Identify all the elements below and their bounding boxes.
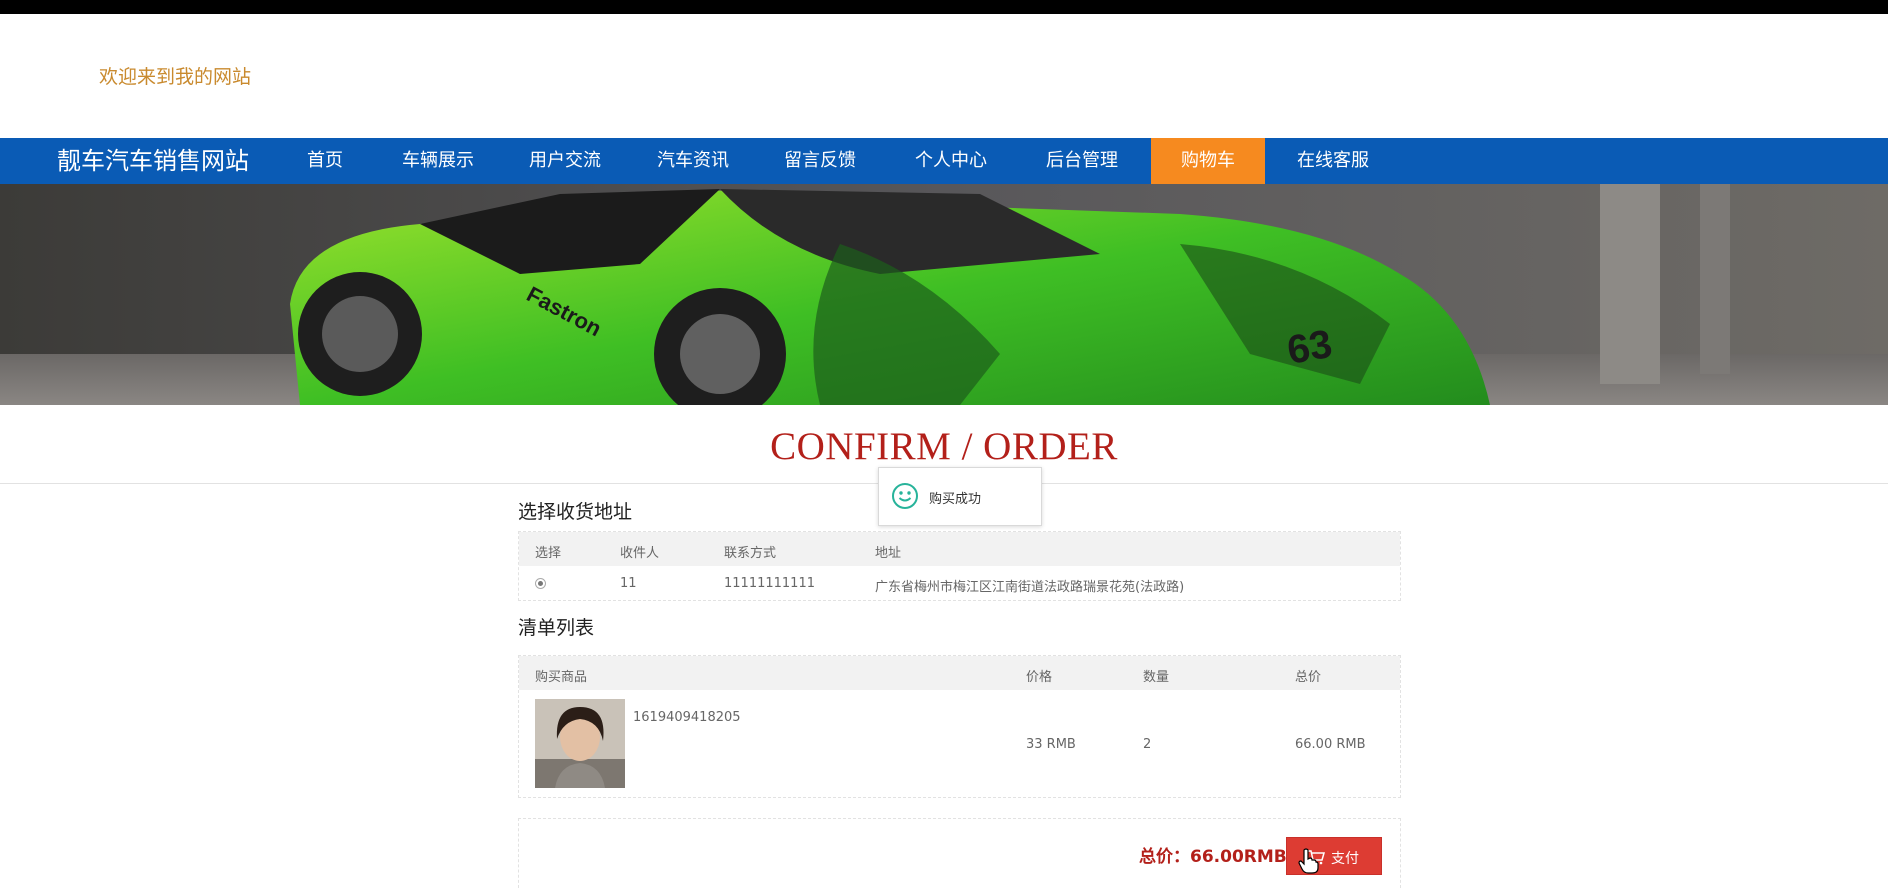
address-table: 选择 收件人 联系方式 地址 11 11111111111 广东省梅州市梅江区江… [518,531,1401,601]
product-photo [535,699,625,788]
address-value: 广东省梅州市梅江区江南街道法政路瑞景花苑(法政路) [875,580,1185,595]
order-total: 总价：66.00RMB [1139,847,1287,867]
order-table-header: 购买商品 价格 数量 总价 [519,656,1400,690]
nav-item-feedback[interactable]: 留言反馈 [774,138,866,184]
sports-car-illustration: Fastron 63 [0,184,1888,405]
smiley-icon [892,483,918,509]
toast-message: 购买成功 [929,492,982,507]
product-quantity: 2 [1143,737,1152,752]
site-brand[interactable]: 靓车汽车销售网站 [57,138,249,184]
column-header-address: 地址 [875,546,902,561]
nav-item-profile[interactable]: 个人中心 [905,138,997,184]
pay-button-label: 支付 [1331,851,1359,867]
product-name: 1619409418205 [633,710,741,725]
nav-item-cart[interactable]: 购物车 [1151,138,1265,184]
product-price: 33 RMB [1026,737,1076,752]
address-table-header: 选择 收件人 联系方式 地址 [519,532,1400,566]
column-header-price: 价格 [1026,670,1053,685]
nav-item-home[interactable]: 首页 [290,138,360,184]
page-title: CONFIRM / ORDER [770,425,1118,468]
column-header-select: 选择 [535,546,562,561]
phone-value: 11111111111 [724,576,815,591]
product-total: 66.00 RMB [1295,737,1366,752]
column-header-product: 购买商品 [535,670,588,685]
recipient-value: 11 [620,576,637,591]
address-radio[interactable] [535,578,546,589]
hand-cursor-icon [1298,848,1319,874]
column-header-recipient: 收件人 [620,546,660,561]
main-navbar: 靓车汽车销售网站 首页 车辆展示 用户交流 汽车资讯 留言反馈 个人中心 后台管… [0,138,1888,184]
svg-text:63: 63 [1284,322,1335,373]
nav-item-vehicles[interactable]: 车辆展示 [392,138,484,184]
order-table: 购买商品 价格 数量 总价 1619409418205 33 RMB 2 66.… [518,655,1401,798]
welcome-text: 欢迎来到我的网站 [99,66,252,88]
nav-item-support[interactable]: 在线客服 [1287,138,1379,184]
nav-item-admin[interactable]: 后台管理 [1036,138,1128,184]
success-toast: 购买成功 [878,467,1042,526]
column-header-phone: 联系方式 [724,546,777,561]
top-black-bar [0,0,1888,14]
address-section-title: 选择收货地址 [518,501,633,523]
hero-banner-image: Fastron 63 [0,184,1888,405]
nav-item-community[interactable]: 用户交流 [519,138,611,184]
product-thumbnail[interactable] [535,699,625,788]
column-header-quantity: 数量 [1143,670,1170,685]
nav-item-news[interactable]: 汽车资讯 [647,138,739,184]
column-header-total: 总价 [1295,670,1322,685]
order-section-title: 清单列表 [518,617,595,639]
